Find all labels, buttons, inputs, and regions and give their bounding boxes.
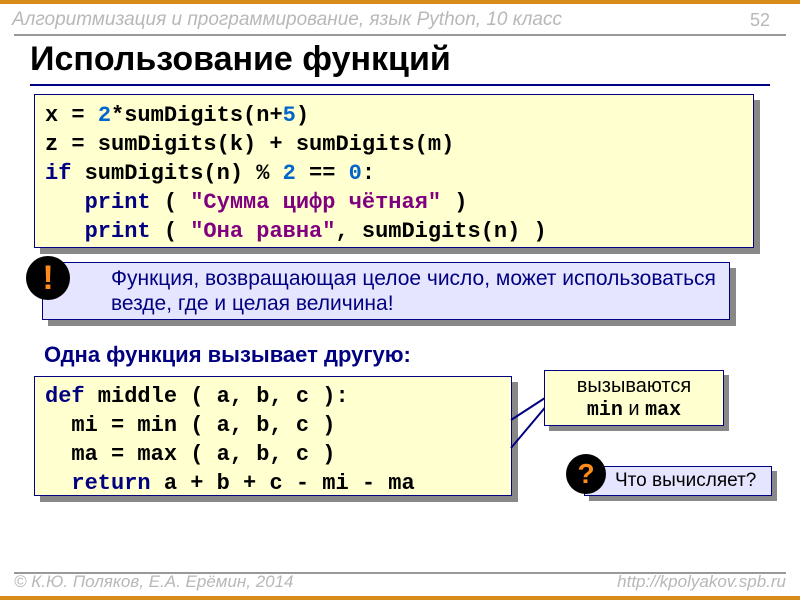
slide-footer: © К.Ю. Поляков, Е.А. Ерёмин, 2014 http:/…: [0, 568, 800, 600]
code-block-2-content: def middle ( a, b, c ): mi = min ( a, b,…: [34, 376, 512, 496]
question-block: Что вычисляет?: [584, 466, 772, 496]
question-text: Что вычисляет?: [584, 466, 772, 496]
header-rule: [14, 34, 786, 36]
code2-line2: mi = min ( a, b, c ): [45, 411, 501, 440]
slide-title: Использование функций: [30, 40, 451, 79]
code1-line5: print ( "Она равна", sumDigits(n) ): [45, 217, 743, 246]
code1-line3: if sumDigits(n) % 2 == 0:: [45, 159, 743, 188]
code1-line2: z = sumDigits(k) + sumDigits(m): [45, 130, 743, 159]
question-icon: ?: [566, 454, 606, 494]
code2-line1: def middle ( a, b, c ):: [45, 382, 501, 411]
course-label: Алгоритмизация и программирование, язык …: [12, 9, 750, 31]
code-block-1: x = 2*sumDigits(n+5) z = sumDigits(k) + …: [34, 94, 754, 248]
title-underline: [30, 84, 770, 86]
code2-line4: return a + b + c - mi - ma: [45, 469, 501, 498]
footer-copyright: © К.Ю. Поляков, Е.А. Ерёмин, 2014: [14, 572, 294, 592]
code-block-1-content: x = 2*sumDigits(n+5) z = sumDigits(k) + …: [34, 94, 754, 248]
code1-line1: x = 2*sumDigits(n+5): [45, 101, 743, 130]
slide-header: Алгоритмизация и программирование, язык …: [0, 0, 800, 36]
subheading: Одна функция вызывает другую:: [44, 342, 411, 368]
code2-line3: ma = max ( a, b, c ): [45, 440, 501, 469]
note-block: Функция, возвращающая целое число, может…: [42, 262, 730, 320]
code1-line4: print ( "Сумма цифр чётная" ): [45, 188, 743, 217]
callout-content: вызываются min и max: [544, 370, 724, 426]
code-block-2: def middle ( a, b, c ): mi = min ( a, b,…: [34, 376, 512, 496]
attention-icon: !: [26, 256, 70, 300]
page-number: 52: [750, 10, 770, 31]
callout-block: вызываются min и max: [544, 370, 724, 426]
footer-url: http://kpolyakov.spb.ru: [617, 572, 786, 592]
note-text: Функция, возвращающая целое число, может…: [42, 262, 730, 320]
